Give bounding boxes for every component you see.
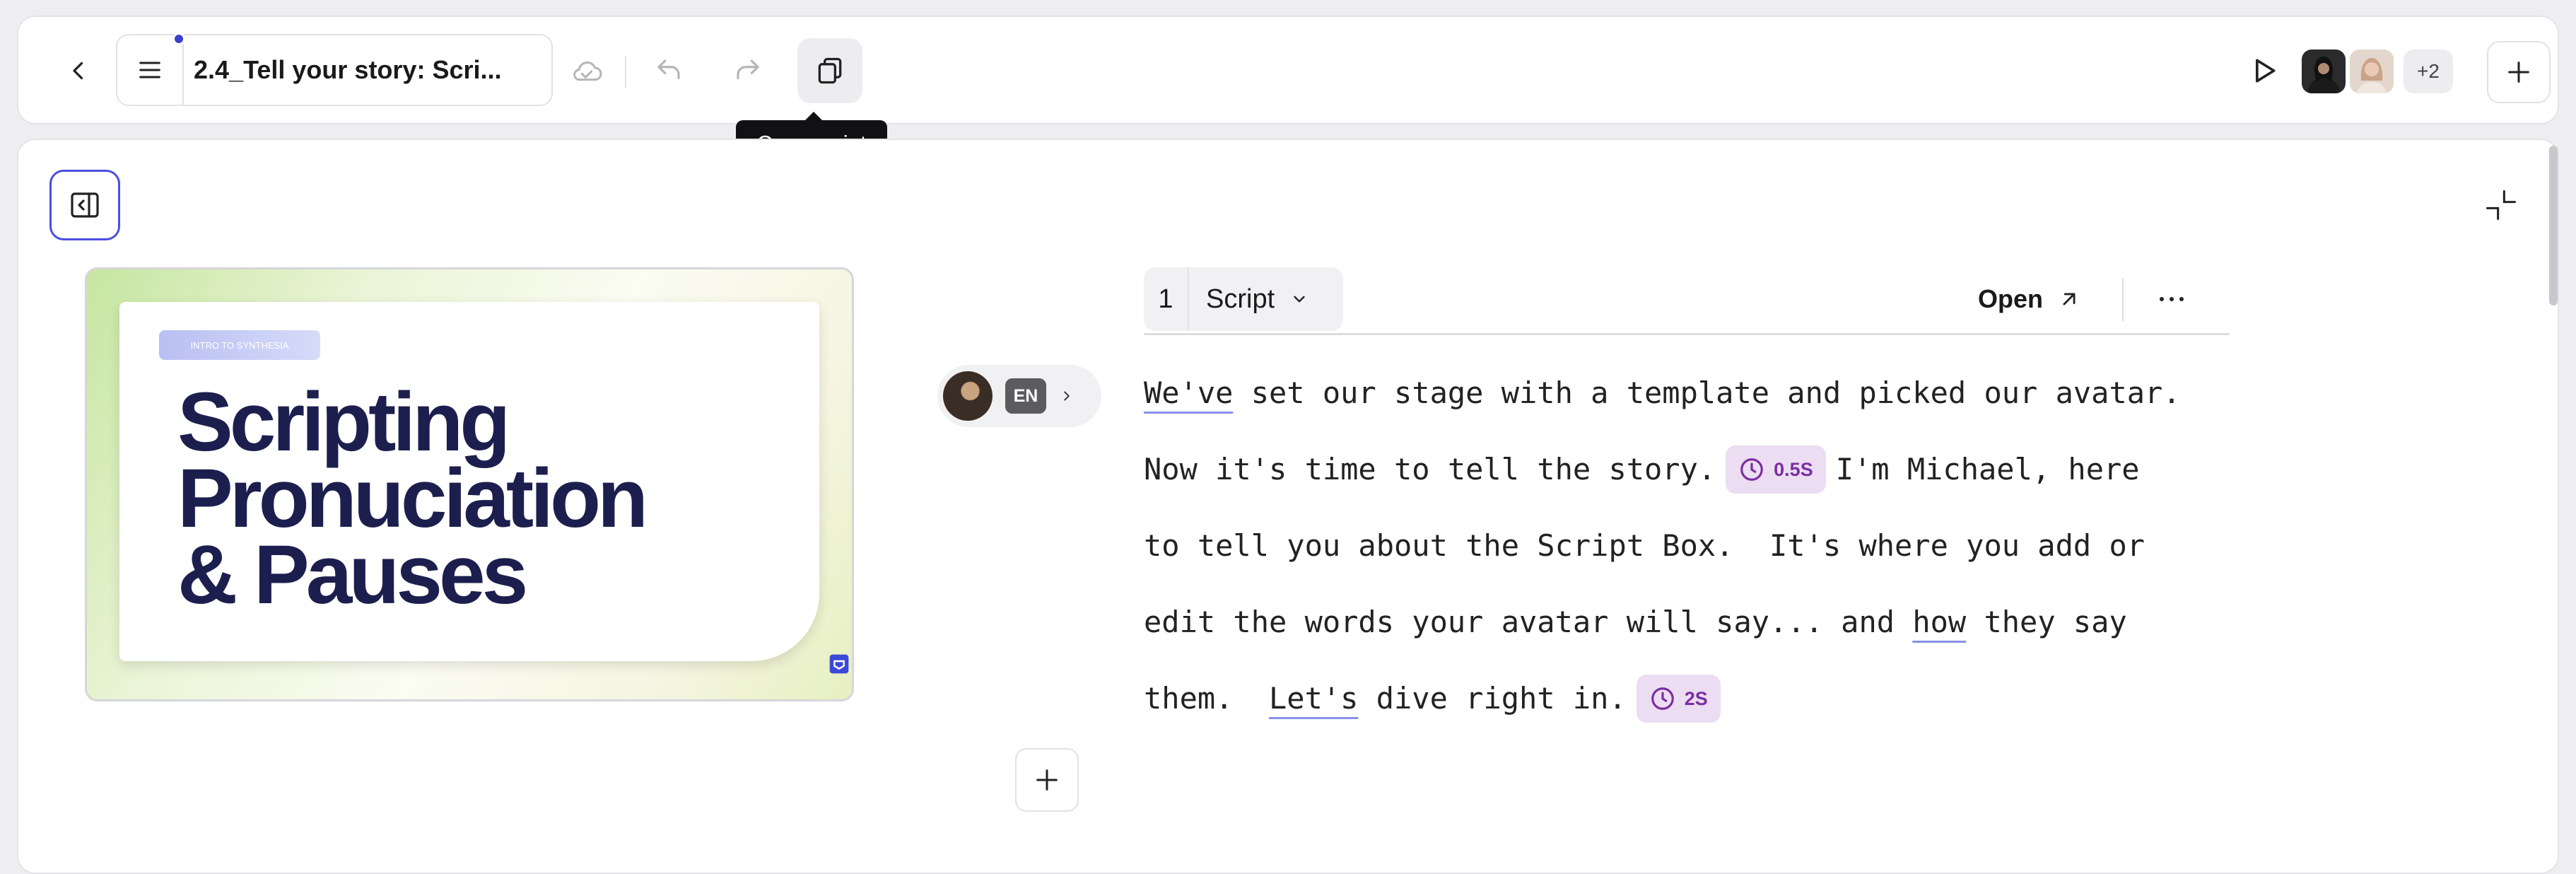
video-title[interactable]: 2.4_Tell your story: Scri... bbox=[184, 55, 537, 85]
clock-icon bbox=[1740, 458, 1763, 481]
cloud-check-icon bbox=[573, 61, 602, 81]
more-horizontal-icon bbox=[2160, 297, 2184, 301]
language-badge: EN bbox=[1005, 378, 1046, 414]
avatar-thumbnail bbox=[943, 371, 993, 421]
scene-type-label: Script bbox=[1206, 284, 1275, 314]
slide-title-card: INTRO TO SYNTHESIA Scripting Pronuciatio… bbox=[119, 302, 819, 661]
copy-script-button[interactable] bbox=[797, 38, 862, 103]
top-toolbar: 2.4_Tell your story: Scri... +2 bbox=[17, 16, 2559, 124]
slide-title-line: Scripting bbox=[177, 375, 510, 469]
more-options-button[interactable] bbox=[2146, 274, 2197, 324]
scene-type-dropdown[interactable]: 1 Script bbox=[1144, 267, 1343, 331]
scene-header: 1 Script Open bbox=[1144, 267, 2230, 335]
plus-icon bbox=[1036, 769, 1058, 791]
scene-number: 1 bbox=[1144, 267, 1189, 331]
collapse-view-button[interactable] bbox=[2476, 180, 2527, 231]
pronunciation-word[interactable]: We've bbox=[1144, 355, 1233, 431]
collaborator-avatar[interactable] bbox=[2302, 49, 2346, 93]
copy-icon bbox=[818, 57, 842, 84]
synthesia-logo-icon bbox=[829, 654, 849, 674]
pause-duration: 0.5S bbox=[1774, 459, 1813, 480]
sidebar-collapse-icon bbox=[71, 192, 99, 218]
header-divider bbox=[2122, 279, 2124, 321]
slide-badge: INTRO TO SYNTHESIA bbox=[159, 330, 320, 360]
open-script-button[interactable]: Open bbox=[1978, 277, 2081, 321]
pronunciation-word[interactable]: Let's bbox=[1269, 660, 1358, 737]
pronunciation-word[interactable]: how bbox=[1912, 584, 1966, 660]
toolbar-divider bbox=[625, 57, 626, 88]
more-collaborators-badge[interactable]: +2 bbox=[2404, 49, 2453, 93]
chevron-left-icon bbox=[73, 62, 83, 80]
script-editor[interactable]: We've set our stage with a template and … bbox=[1144, 355, 2247, 737]
script-line: edit the words your avatar will say... a… bbox=[1144, 584, 2247, 660]
plus-icon bbox=[2508, 62, 2529, 83]
script-line: Now it's time to tell the story. 0.5S I'… bbox=[1144, 431, 2247, 508]
collaborator-avatar[interactable] bbox=[2350, 49, 2394, 93]
menu-button[interactable] bbox=[117, 35, 184, 105]
script-line: to tell you about the Script Box. It's w… bbox=[1144, 508, 2247, 584]
preview-play-button[interactable] bbox=[2238, 45, 2289, 96]
redo-button[interactable] bbox=[720, 48, 776, 93]
scrollbar[interactable] bbox=[2549, 146, 2558, 305]
script-text: I'm Michael, here bbox=[1835, 452, 2140, 486]
pause-duration: 2S bbox=[1684, 688, 1708, 709]
slide-title: Scripting Pronuciation & Pauses bbox=[177, 375, 743, 622]
play-icon bbox=[2256, 59, 2276, 83]
redo-icon bbox=[737, 59, 759, 80]
cloud-sync-button[interactable] bbox=[553, 49, 621, 93]
undo-button[interactable] bbox=[640, 48, 697, 93]
hamburger-menu-icon bbox=[139, 62, 160, 78]
pause-chip[interactable]: 2S bbox=[1636, 675, 1721, 723]
script-text: dive right in. bbox=[1358, 681, 1627, 716]
script-text: Now it's time to tell the story. bbox=[1144, 452, 1716, 486]
open-label: Open bbox=[1978, 284, 2044, 313]
chevron-down-icon bbox=[1294, 296, 1305, 303]
clock-icon bbox=[1651, 687, 1674, 710]
minimize-icon bbox=[2486, 190, 2517, 221]
avatar-voice-selector[interactable]: EN bbox=[937, 365, 1101, 427]
add-scene-button[interactable] bbox=[1015, 748, 1079, 812]
script-text: them. bbox=[1144, 681, 1270, 716]
script-text: set our stage with a template and picked… bbox=[1233, 375, 2181, 410]
toggle-sidebar-button[interactable] bbox=[49, 170, 120, 240]
script-text: to tell you about the Script Box. It's w… bbox=[1144, 528, 2145, 563]
script-line: them. Let's dive right in. 2S bbox=[1144, 660, 2247, 737]
back-button[interactable] bbox=[54, 44, 103, 98]
chevron-right-icon bbox=[1064, 391, 1070, 401]
editor-panel: INTRO TO SYNTHESIA Scripting Pronuciatio… bbox=[17, 139, 2559, 874]
video-title-box[interactable]: 2.4_Tell your story: Scri... bbox=[116, 34, 553, 106]
unsaved-indicator-dot bbox=[172, 33, 185, 45]
slide-title-line: & Pauses bbox=[177, 528, 528, 622]
script-text: edit the words your avatar will say... a… bbox=[1144, 605, 1913, 639]
scene-slide-preview[interactable]: INTRO TO SYNTHESIA Scripting Pronuciatio… bbox=[85, 267, 854, 701]
invite-button[interactable] bbox=[2487, 41, 2551, 103]
undo-icon bbox=[657, 59, 680, 80]
script-text: they say bbox=[1966, 605, 2127, 639]
script-line: We've set our stage with a template and … bbox=[1144, 355, 2247, 431]
arrow-up-right-icon bbox=[2063, 293, 2076, 305]
slide-title-line: Pronuciation bbox=[177, 452, 648, 545]
pause-chip[interactable]: 0.5S bbox=[1726, 445, 1826, 494]
